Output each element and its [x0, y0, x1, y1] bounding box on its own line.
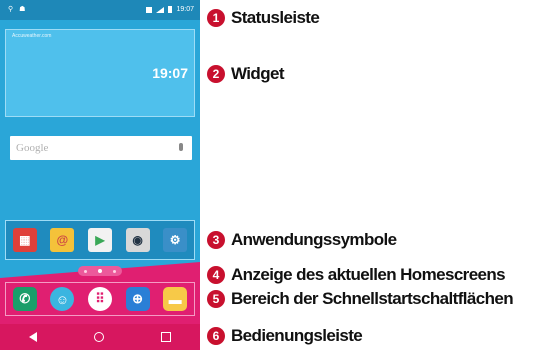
- search-placeholder: Google: [16, 142, 49, 154]
- status-indicators: 19:07: [146, 6, 194, 13]
- app-icons-row: ▦ @ ▶ ◉ ⚙: [5, 220, 195, 260]
- settings-icon[interactable]: ⚙: [163, 228, 188, 252]
- callout-navigation-bar: 6 Bedienungsleiste: [207, 326, 363, 346]
- google-search-bar[interactable]: Google: [10, 136, 192, 160]
- homescreen-indicator[interactable]: [78, 266, 122, 276]
- widget-clock: 19:07: [152, 65, 188, 81]
- games-icon[interactable]: ▦: [12, 228, 37, 252]
- usb-icon: ⚲: [8, 6, 14, 13]
- notification-icons: ⚲ ☗: [8, 5, 25, 13]
- callout-status-bar: 1 Statusleiste: [207, 8, 320, 28]
- home-icon[interactable]: [93, 332, 104, 342]
- page-dot: [113, 269, 117, 273]
- quick-access-bar: ✆ ☺ ⠿ ⊕ ▬: [5, 282, 195, 316]
- messaging-icon[interactable]: ▬: [163, 287, 188, 311]
- callout-number: 6: [207, 327, 225, 345]
- phone-screen: ⚲ ☗ 19:07 Accuweather.com 19:07 Google ▦…: [0, 0, 200, 350]
- nfc-icon: [146, 6, 153, 13]
- contacts-icon[interactable]: ☺: [50, 287, 75, 311]
- status-bar: ⚲ ☗ 19:07: [0, 0, 200, 20]
- callout-homescreen-indicator: 4 Anzeige des aktuellen Homescreens: [207, 265, 506, 285]
- callout-label: Anwendungssymbole: [231, 230, 397, 249]
- android-icon: ☗: [19, 6, 26, 13]
- callout-label: Bereich der Schnellstartschaltflächen: [231, 289, 514, 308]
- callout-app-icons: 3 Anwendungssymbole: [207, 230, 397, 250]
- callout-label: Statusleiste: [231, 8, 320, 27]
- apps-icon[interactable]: ⠿: [87, 287, 112, 311]
- signal-icon: [156, 6, 165, 13]
- battery-icon: [168, 6, 173, 13]
- callout-quick-access: 5 Bereich der Schnellstartschaltflächen: [207, 289, 514, 309]
- browser-icon[interactable]: ⊕: [125, 287, 150, 311]
- weather-widget[interactable]: Accuweather.com 19:07: [5, 29, 195, 117]
- callout-number: 2: [207, 65, 225, 83]
- page-dot: [83, 269, 87, 273]
- callout-number: 3: [207, 231, 225, 249]
- status-time: 19:07: [176, 6, 194, 13]
- callout-label: Anzeige des aktuellen Homescreens: [231, 265, 506, 284]
- callout-widget: 2 Widget: [207, 64, 285, 84]
- widget-source-label: Accuweather.com: [12, 33, 52, 39]
- navigation-bar: [0, 324, 200, 350]
- email-icon[interactable]: @: [50, 228, 75, 252]
- callout-label: Widget: [231, 64, 285, 83]
- play-store-icon[interactable]: ▶: [87, 228, 112, 252]
- back-icon[interactable]: [28, 332, 37, 342]
- callout-number: 1: [207, 9, 225, 27]
- callout-number: 5: [207, 290, 225, 308]
- recent-apps-icon[interactable]: [161, 332, 172, 342]
- page-dot-active: [97, 269, 102, 273]
- microphone-icon[interactable]: [179, 143, 183, 151]
- camera-icon[interactable]: ◉: [125, 228, 150, 252]
- callout-number: 4: [207, 266, 225, 284]
- callout-label: Bedienungsleiste: [231, 326, 363, 345]
- phone-icon[interactable]: ✆: [12, 287, 37, 311]
